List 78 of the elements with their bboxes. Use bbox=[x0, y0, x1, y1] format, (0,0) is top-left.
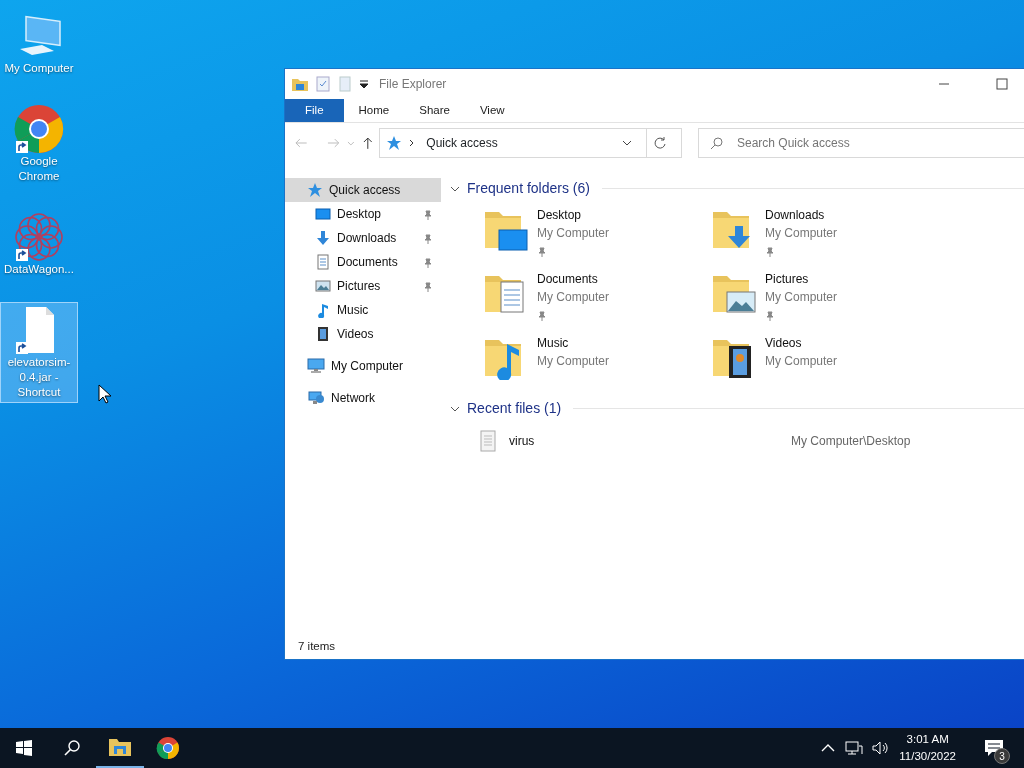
rosette-icon bbox=[14, 212, 64, 262]
folder-location: My Computer bbox=[537, 353, 610, 370]
maximize-icon[interactable] bbox=[996, 78, 1008, 90]
folder-name[interactable]: Music bbox=[537, 334, 610, 352]
file-explorer-icon[interactable] bbox=[108, 737, 132, 757]
star-icon bbox=[307, 182, 323, 198]
section-header[interactable]: Frequent folders (6) bbox=[467, 177, 590, 199]
picture-icon bbox=[315, 278, 331, 294]
file-path: My Computer\Desktop bbox=[791, 433, 911, 450]
windows-start-icon[interactable] bbox=[15, 739, 33, 757]
folder-name[interactable]: Videos bbox=[765, 334, 838, 352]
folder-name[interactable]: Desktop bbox=[537, 206, 610, 224]
clock-date[interactable]: 11/30/2022 bbox=[899, 748, 956, 765]
clock-time[interactable]: 3:01 AM bbox=[899, 731, 956, 748]
desktop-icon bbox=[315, 206, 331, 222]
pin-icon bbox=[423, 233, 433, 244]
chrome-icon bbox=[14, 104, 64, 154]
refresh-icon[interactable] bbox=[653, 136, 667, 150]
music-note-icon bbox=[315, 302, 331, 318]
folder-name[interactable]: Documents bbox=[537, 270, 610, 288]
desktop-icon-label: elevatorsim-0.4.jar - Shortcut bbox=[6, 355, 72, 400]
nav-item[interactable]: Quick access bbox=[285, 178, 441, 202]
nav-item[interactable]: Downloads bbox=[285, 226, 441, 250]
desktop-icon-label: Google Chrome bbox=[17, 154, 61, 184]
nav-item[interactable]: Videos bbox=[285, 322, 441, 346]
nav-item[interactable]: Documents bbox=[285, 250, 441, 274]
desktop-icon-label: My Computer bbox=[4, 61, 74, 76]
status-bar-text: 7 items bbox=[297, 639, 337, 655]
folder-location: My Computer bbox=[537, 289, 610, 306]
address-text: Quick access bbox=[426, 135, 498, 152]
nav-item[interactable]: My Computer bbox=[285, 354, 441, 378]
document-icon bbox=[315, 254, 331, 270]
file-name[interactable]: virus bbox=[509, 432, 791, 450]
folder-name[interactable]: Pictures bbox=[765, 270, 838, 288]
desktop-icon-label: DataWagon... bbox=[4, 262, 74, 277]
nav-item[interactable]: Network bbox=[285, 386, 441, 410]
mouse-cursor-icon bbox=[98, 384, 112, 404]
pin-icon bbox=[423, 281, 433, 292]
address-bar[interactable]: Quick access bbox=[379, 128, 682, 158]
nav-item[interactable]: Music bbox=[285, 298, 441, 322]
shortcut-arrow-icon bbox=[16, 341, 28, 354]
folder-location: My Computer bbox=[537, 225, 610, 242]
folder-location: My Computer bbox=[765, 225, 838, 242]
download-arrow-icon bbox=[315, 230, 331, 246]
search-icon[interactable] bbox=[63, 739, 81, 757]
network-icon[interactable] bbox=[845, 740, 864, 756]
notification-button[interactable]: 3 bbox=[972, 728, 1016, 768]
film-icon bbox=[315, 326, 331, 342]
pin-icon bbox=[423, 257, 433, 268]
window-title: File Explorer bbox=[379, 76, 447, 93]
folder-name[interactable]: Downloads bbox=[765, 206, 838, 224]
speaker-icon[interactable] bbox=[871, 740, 890, 756]
ribbon-tab[interactable]: Home bbox=[343, 99, 405, 122]
pin-icon bbox=[765, 310, 775, 321]
text-file-icon bbox=[479, 430, 497, 452]
ribbon-tab[interactable]: View bbox=[464, 99, 520, 122]
shortcut-arrow-icon bbox=[16, 248, 28, 261]
notification-count: 3 bbox=[994, 748, 1010, 764]
dropdown-icon[interactable] bbox=[359, 79, 369, 89]
folder-location: My Computer bbox=[765, 353, 838, 370]
search-icon bbox=[710, 136, 724, 150]
pin-icon bbox=[537, 310, 547, 321]
ribbon-tab[interactable]: File bbox=[285, 99, 344, 122]
pin-icon bbox=[537, 246, 547, 257]
pin-icon bbox=[765, 246, 775, 257]
chrome-icon[interactable] bbox=[156, 736, 180, 760]
nav-item[interactable]: Pictures bbox=[285, 274, 441, 298]
folder-location: My Computer bbox=[765, 289, 838, 306]
search-field[interactable]: Search Quick access bbox=[698, 128, 1024, 158]
network-icon bbox=[307, 390, 325, 406]
computer-icon bbox=[307, 358, 325, 374]
folder-icon bbox=[291, 76, 309, 92]
section-header[interactable]: Recent files (1) bbox=[467, 397, 562, 419]
pin-icon bbox=[423, 209, 433, 220]
nav-item[interactable]: Desktop bbox=[285, 202, 441, 226]
chevron-up-icon[interactable] bbox=[821, 743, 836, 753]
star-icon bbox=[386, 135, 403, 151]
ribbon-tab[interactable]: Share bbox=[404, 99, 465, 122]
